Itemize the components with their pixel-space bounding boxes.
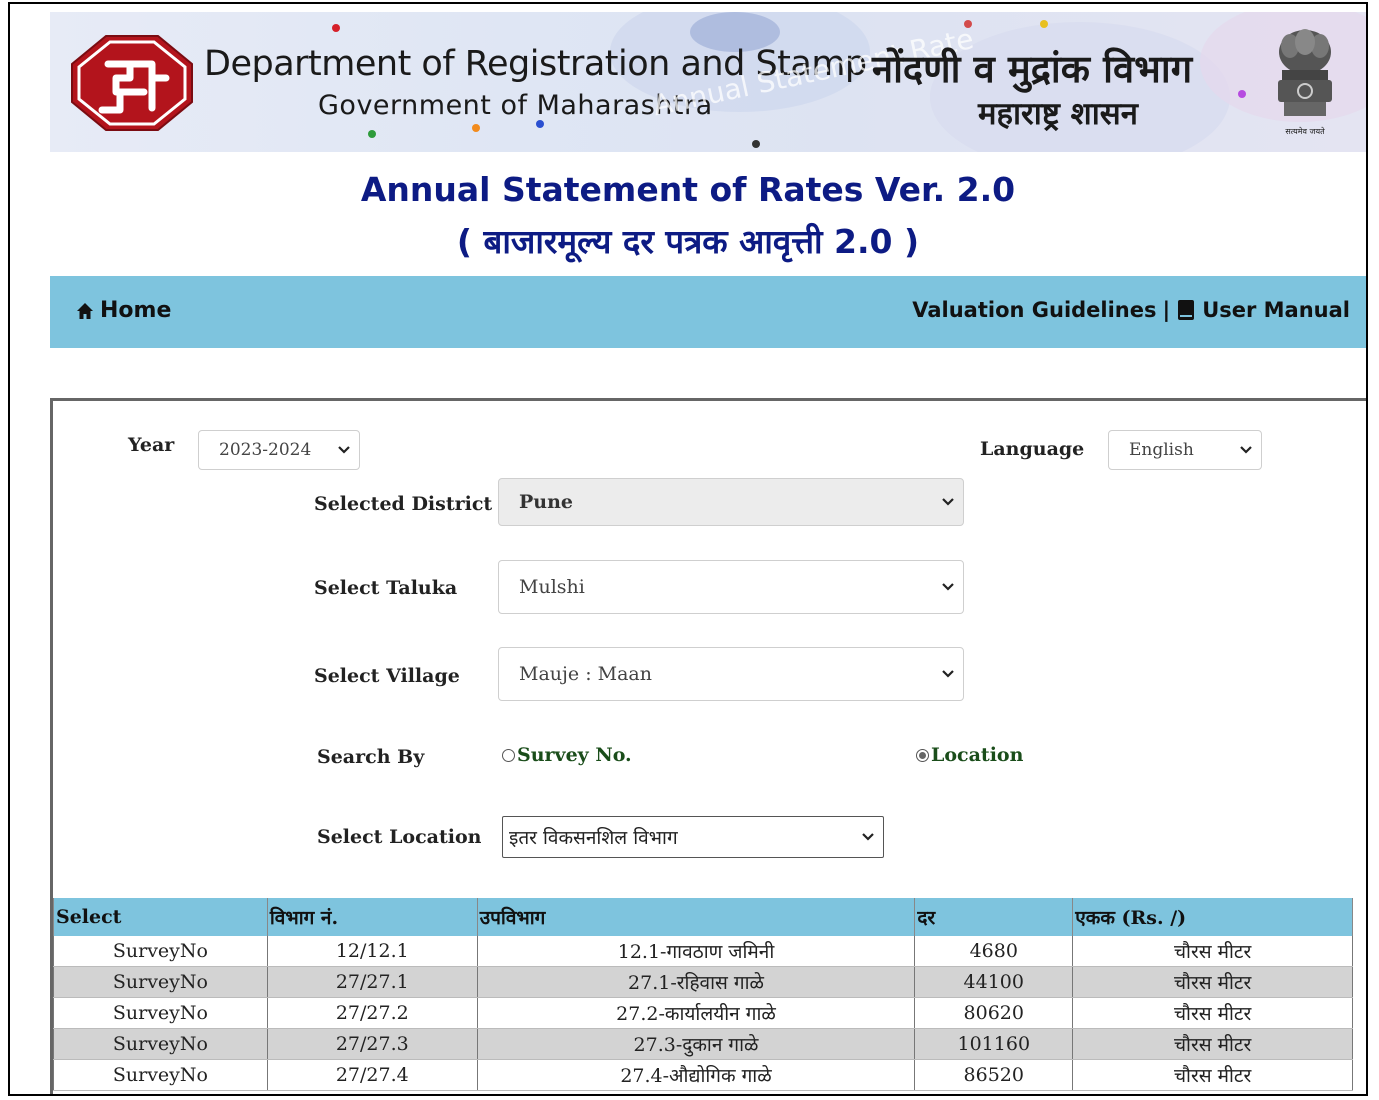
header-vibhag-no: विभाग नं. — [266, 898, 478, 936]
dept-name-marathi: नोंदणी व मुद्रांक विभाग — [872, 47, 1193, 91]
header-rate: दर — [914, 898, 1074, 936]
language-select[interactable]: English — [1108, 430, 1262, 470]
chevron-down-icon — [942, 498, 954, 506]
nav-home-label: Home — [100, 298, 172, 323]
page-title: Annual Statement of Rates Ver. 2.0 — [360, 170, 1016, 209]
table-row: SurveyNo 27/27.3 27.3-दुकान गाळे 101160 … — [53, 1028, 1353, 1060]
chevron-down-icon — [862, 833, 874, 841]
location-select[interactable]: इतर विकसनशिल विभाग — [502, 816, 884, 858]
table-header-row: Select विभाग नं. उपविभाग दर एकक (Rs. /) — [53, 898, 1353, 936]
gov-name-marathi: महाराष्ट्र शासन — [978, 96, 1138, 132]
nav-valuation-guidelines-link[interactable]: Valuation Guidelines — [912, 298, 1156, 322]
row-unit: चौरस मीटर — [1072, 997, 1353, 1029]
main-nav: Home Valuation Guidelines | User Manual — [50, 276, 1366, 348]
header-unit: एकक (Rs. /) — [1072, 898, 1353, 936]
location-label: Select Location — [317, 826, 482, 848]
table-row: SurveyNo 12/12.1 12.1-गावठाण जमिनी 4680 … — [53, 936, 1353, 967]
row-unit: चौरस मीटर — [1072, 936, 1353, 967]
row-select-link[interactable]: SurveyNo — [53, 966, 268, 998]
row-unit: चौरस मीटर — [1072, 966, 1353, 998]
page-frame: Department of Registration and Stamp Gov… — [8, 2, 1368, 1096]
row-vibhag-no: 27/27.4 — [266, 1059, 478, 1091]
radio-survey-no-button[interactable] — [502, 748, 515, 762]
row-upavibhag: 12.1-गावठाण जमिनी — [476, 936, 916, 967]
radio-survey-no[interactable]: Survey No. — [502, 744, 632, 766]
nav-home-link[interactable]: Home — [76, 298, 171, 323]
row-select-link[interactable]: SurveyNo — [53, 1059, 268, 1091]
district-label: Selected District — [314, 493, 493, 515]
district-select[interactable]: Pune — [498, 478, 964, 526]
taluka-label: Select Taluka — [314, 577, 458, 599]
search-by-label: Search By — [317, 746, 425, 768]
taluka-select[interactable]: Mulshi — [498, 560, 964, 614]
row-select-link[interactable]: SurveyNo — [53, 936, 268, 967]
row-vibhag-no: 27/27.2 — [266, 997, 478, 1029]
row-unit: चौरस मीटर — [1072, 1028, 1353, 1060]
chevron-down-icon — [942, 583, 954, 591]
national-emblem-icon — [1278, 29, 1332, 116]
location-select-value: इतर विकसनशिल विभाग — [509, 827, 678, 849]
row-select-link[interactable]: SurveyNo — [53, 997, 268, 1029]
year-select-value: 2023-2024 — [219, 440, 312, 460]
nav-separator: | — [1162, 298, 1171, 322]
nav-user-manual-link[interactable]: User Manual — [1202, 298, 1350, 322]
radio-survey-no-label: Survey No. — [517, 744, 632, 766]
chevron-down-icon — [1240, 446, 1252, 454]
year-select[interactable]: 2023-2024 — [198, 430, 360, 470]
header-select: Select — [53, 898, 268, 936]
header-banner: Department of Registration and Stamp Gov… — [50, 12, 1366, 152]
row-vibhag-no: 27/27.1 — [266, 966, 478, 998]
row-select-link[interactable]: SurveyNo — [53, 1028, 268, 1060]
row-rate: 4680 — [914, 936, 1074, 967]
row-upavibhag: 27.4-औद्योगिक गाळे — [476, 1059, 916, 1091]
village-select-value: Mauje : Maan — [519, 663, 652, 685]
row-unit: चौरस मीटर — [1072, 1059, 1353, 1091]
radio-location-label: Location — [931, 744, 1024, 766]
radio-location[interactable]: Location — [916, 744, 1023, 766]
row-upavibhag: 27.2-कार्यालयीन गाळे — [476, 997, 916, 1029]
row-rate: 86520 — [914, 1059, 1074, 1091]
row-vibhag-no: 12/12.1 — [266, 936, 478, 967]
row-rate: 44100 — [914, 966, 1074, 998]
row-vibhag-no: 27/27.3 — [266, 1028, 478, 1060]
department-logo-icon — [71, 35, 193, 131]
language-select-value: English — [1129, 440, 1194, 460]
radio-location-button[interactable] — [916, 748, 929, 762]
table-row: SurveyNo 27/27.4 27.4-औद्योगिक गाळे 8652… — [53, 1059, 1353, 1091]
chevron-down-icon — [338, 446, 350, 454]
home-icon — [77, 302, 93, 319]
emblem-caption: सत्यमेव जयते — [1285, 127, 1325, 136]
book-icon — [1178, 300, 1195, 320]
chevron-down-icon — [942, 670, 954, 678]
row-upavibhag: 27.1-रहिवास गाळे — [476, 966, 916, 998]
table-row: SurveyNo 27/27.1 27.1-रहिवास गाळे 44100 … — [53, 966, 1353, 998]
header-upavibhag: उपविभाग — [476, 898, 916, 936]
district-select-value: Pune — [519, 491, 574, 513]
rates-table: Select विभाग नं. उपविभाग दर एकक (Rs. /) … — [53, 898, 1353, 1091]
page-title-marathi: ( बाजारमूल्य दर पत्रक आवृत्ती 2.0 ) — [456, 222, 920, 261]
taluka-select-value: Mulshi — [519, 576, 585, 598]
village-label: Select Village — [314, 665, 460, 687]
year-label: Year — [128, 434, 175, 456]
row-upavibhag: 27.3-दुकान गाळे — [476, 1028, 916, 1060]
village-select[interactable]: Mauje : Maan — [498, 647, 964, 701]
row-rate: 101160 — [914, 1028, 1074, 1060]
table-row: SurveyNo 27/27.2 27.2-कार्यालयीन गाळे 80… — [53, 997, 1353, 1029]
row-rate: 80620 — [914, 997, 1074, 1029]
language-label: Language — [980, 438, 1085, 460]
